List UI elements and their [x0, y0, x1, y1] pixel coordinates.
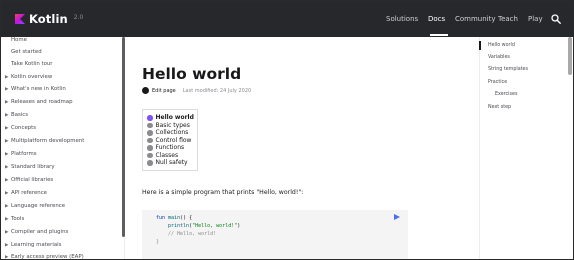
toc-link-string-templates[interactable]: String templates: [488, 67, 528, 72]
intro-paragraph: Here is a simple program that prints "He…: [142, 189, 304, 196]
sidebar-item-concepts[interactable]: ▶ Concepts: [5, 125, 36, 131]
code-line-1: fun main() {: [156, 215, 193, 221]
expand-arrow-icon: ▶: [5, 178, 9, 183]
sidebar-item-eap[interactable]: ▶ Early access preview (EAP): [5, 254, 84, 260]
kotlin-logo[interactable]: Kotlin 2.0: [15, 12, 83, 26]
sidebar-item-kotlin-tour[interactable]: Take Kotlin tour: [11, 61, 53, 67]
expand-arrow-icon: ▶: [5, 152, 9, 157]
sidebar-item-learning-materials[interactable]: ▶ Learning materials: [5, 242, 61, 248]
nav-teach[interactable]: Teach: [498, 15, 518, 23]
expand-arrow-icon: ▶: [5, 230, 9, 235]
active-section-indicator: [479, 41, 481, 50]
tour-step-null-safety[interactable]: Null safety: [147, 159, 193, 167]
sidebar-item-kotlin-overview[interactable]: ▶ Kotlin overview: [5, 74, 52, 80]
tour-step-functions[interactable]: Functions: [147, 144, 193, 152]
expand-arrow-icon: ▶: [5, 243, 9, 248]
run-icon[interactable]: [394, 214, 400, 220]
sidebar-item-platforms[interactable]: ▶ Platforms: [5, 151, 37, 157]
code-editor[interactable]: fun main() { println("Hello, world!") //…: [142, 210, 408, 259]
sidebar-item-official-libraries[interactable]: ▶ Official libraries: [5, 177, 53, 183]
edit-page-link[interactable]: Edit page: [152, 88, 176, 94]
expand-arrow-icon: ▶: [5, 75, 9, 80]
step-bullet-icon: [147, 160, 153, 166]
nav-play[interactable]: Play: [528, 15, 543, 23]
expand-arrow-icon: ▶: [5, 87, 9, 92]
toc-link-exercises[interactable]: Exercises: [495, 92, 517, 97]
page-scrollbar[interactable]: [568, 37, 572, 75]
expand-arrow-icon: ▶: [5, 100, 9, 105]
sidebar-item-home[interactable]: Home: [11, 37, 27, 43]
step-bullet-icon: [147, 145, 153, 151]
nav-docs[interactable]: Docs: [428, 15, 445, 23]
docs-sidebar: Home Get started Take Kotlin tour ▶ Kotli…: [1, 37, 125, 260]
article-content: Hello world Edit page Last modified: 24 …: [126, 37, 471, 259]
sidebar-scrollbar[interactable]: [122, 37, 125, 237]
last-modified-text: Last modified: 24 July 2020: [182, 87, 252, 94]
version-label: 2.0: [73, 13, 84, 21]
code-line-4: }: [156, 239, 160, 245]
sidebar-item-basics[interactable]: ▶ Basics: [5, 112, 28, 118]
sidebar-item-api-reference[interactable]: ▶ API reference: [5, 190, 47, 196]
tour-steps-box: Hello world Basic types Collections Cont…: [142, 109, 198, 171]
code-line-3: // Hello, world!: [168, 231, 217, 237]
kotlin-logo-icon: [15, 14, 25, 24]
tour-step-control-flow[interactable]: Control flow: [147, 137, 193, 145]
expand-arrow-icon: ▶: [5, 204, 9, 209]
step-bullet-icon: [147, 122, 153, 128]
tour-step-hello-world[interactable]: Hello world: [147, 114, 194, 122]
sidebar-item-tools[interactable]: ▶ Tools: [5, 216, 24, 222]
toc-link-next-step[interactable]: Next step: [488, 105, 511, 110]
page-meta: Edit page Last modified: 24 July 2020: [142, 87, 251, 94]
step-bullet-icon: [147, 152, 153, 158]
expand-arrow-icon: ▶: [5, 217, 9, 222]
toc-link-variables[interactable]: Variables: [488, 55, 510, 60]
step-bullet-icon: [147, 137, 153, 143]
logo-text: Kotlin: [29, 12, 68, 26]
sidebar-item-whats-new[interactable]: ▶ What's new in Kotlin: [5, 86, 66, 92]
tour-step-basic-types[interactable]: Basic types: [147, 122, 193, 130]
expand-arrow-icon: ▶: [5, 126, 9, 131]
sidebar-item-get-started[interactable]: Get started: [11, 49, 42, 55]
github-icon: [142, 87, 149, 94]
expand-arrow-icon: ▶: [5, 113, 9, 118]
expand-arrow-icon: ▶: [5, 165, 9, 170]
expand-arrow-icon: ▶: [5, 255, 9, 260]
code-line-2: println("Hello, world!"): [168, 223, 241, 229]
top-navigation-bar: Kotlin 2.0 Solutions Docs Community Teac…: [1, 1, 573, 37]
tour-step-collections[interactable]: Collections: [147, 129, 193, 137]
toc-link-practice[interactable]: Practice: [488, 80, 507, 85]
nav-solutions[interactable]: Solutions: [386, 15, 418, 23]
step-bullet-icon: [147, 130, 153, 136]
toc-link-hello-world[interactable]: Hello world: [488, 43, 515, 48]
browser-viewport: Kotlin 2.0 Solutions Docs Community Teac…: [0, 0, 574, 260]
expand-arrow-icon: ▶: [5, 191, 9, 196]
on-this-page-nav: Hello world Variables String templates P…: [479, 37, 565, 259]
search-icon[interactable]: [551, 14, 561, 24]
sidebar-item-standard-library[interactable]: ▶ Standard library: [5, 164, 55, 170]
active-nav-indicator: [430, 34, 448, 36]
sidebar-item-multiplatform[interactable]: ▶ Multiplatform development: [5, 138, 84, 144]
page-title: Hello world: [142, 65, 242, 83]
nav-community[interactable]: Community: [455, 15, 496, 23]
sidebar-item-releases[interactable]: ▶ Releases and roadmap: [5, 99, 73, 105]
expand-arrow-icon: ▶: [5, 139, 9, 144]
sidebar-item-compiler-plugins[interactable]: ▶ Compiler and plugins: [5, 229, 68, 235]
sidebar-item-language-reference[interactable]: ▶ Language reference: [5, 203, 65, 209]
step-bullet-icon: [147, 115, 153, 121]
tour-step-classes[interactable]: Classes: [147, 152, 193, 160]
